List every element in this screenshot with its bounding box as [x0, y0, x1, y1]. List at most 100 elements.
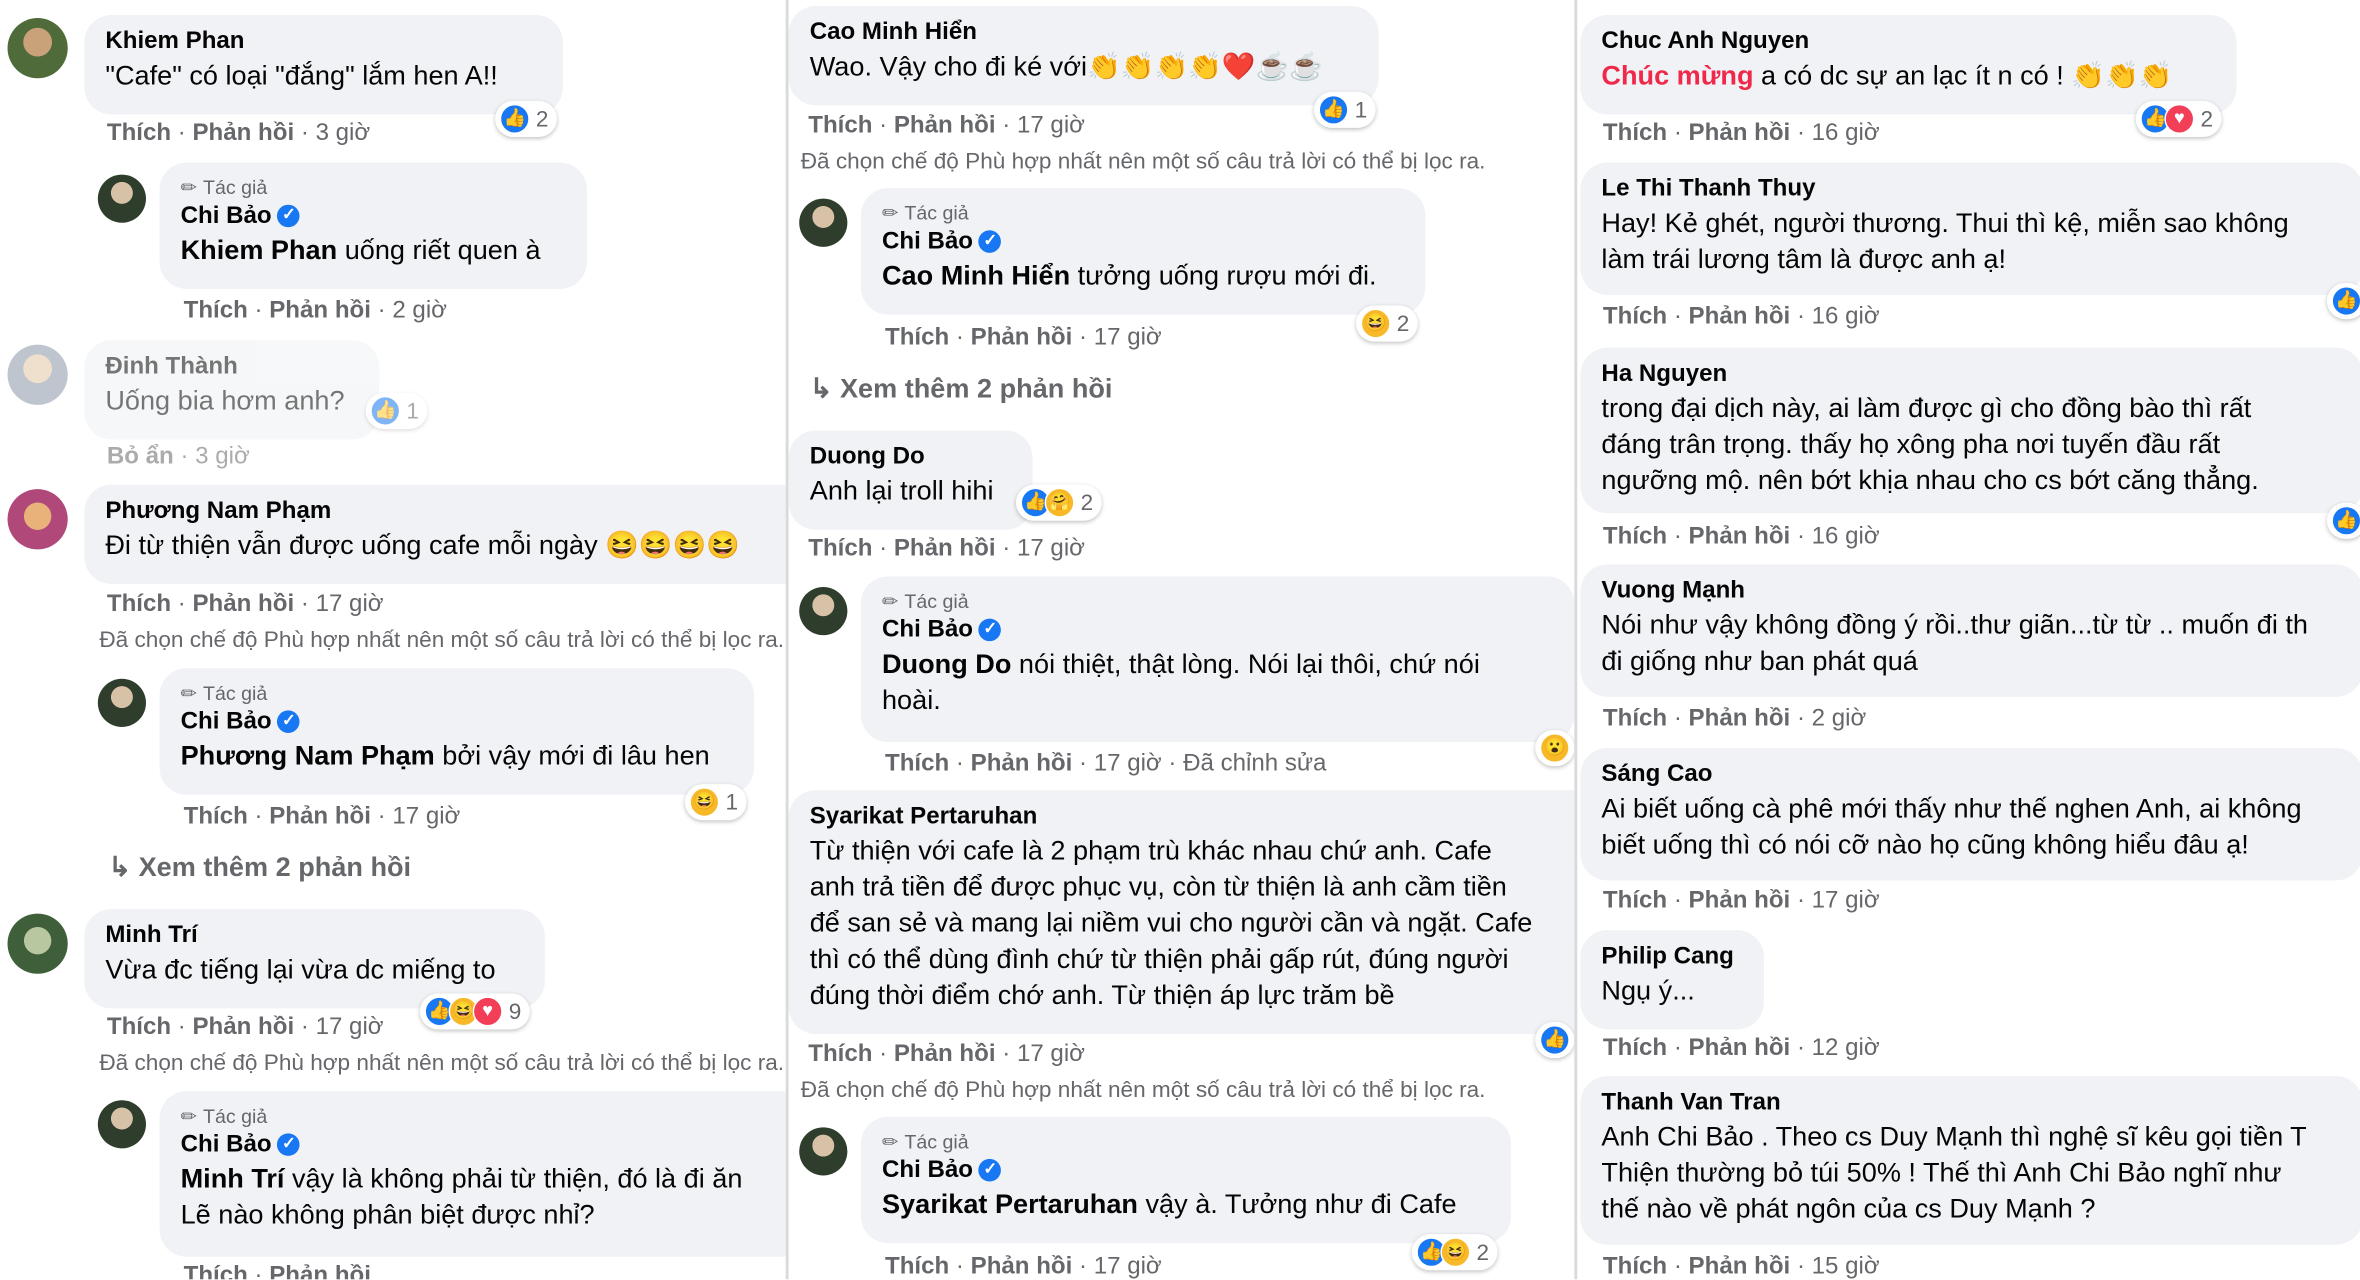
reply-link[interactable]: Phản hồi [894, 113, 996, 139]
commenter-name[interactable]: Đinh Thành [105, 352, 358, 382]
comment-time[interactable]: 17 giờ [1017, 536, 1085, 562]
reply-link[interactable]: Phản hồi [269, 804, 371, 830]
commenter-name[interactable]: Philip Cang [1601, 942, 1742, 972]
reply-link[interactable]: Phản hồi [1689, 120, 1791, 146]
avatar[interactable] [97, 174, 146, 223]
commenter-name[interactable]: Duong Do [810, 443, 1012, 473]
unhide-link[interactable]: Bỏ ẩn [107, 444, 174, 470]
commenter-name[interactable]: Chi Bảo ✓ [882, 1156, 1490, 1186]
like-link[interactable]: Thích [1603, 888, 1667, 914]
comment-time[interactable]: 17 giờ [316, 592, 384, 618]
reply-link[interactable]: Phản hồi [1689, 1254, 1791, 1280]
comment-time[interactable]: 2 giờ [392, 298, 447, 324]
avatar[interactable] [7, 913, 68, 974]
reaction-summary[interactable]: 👍 😆 2 [1411, 1234, 1499, 1271]
reaction-summary[interactable]: 👍 🤗 2 [1015, 484, 1103, 521]
commenter-name[interactable]: Minh Trí [105, 921, 523, 951]
like-link[interactable]: Thích [1603, 706, 1667, 732]
commenter-name[interactable]: Cao Minh Hiển [810, 18, 1358, 48]
like-link[interactable]: Thích [885, 325, 949, 351]
mention-link[interactable]: Duong Do [882, 649, 1011, 679]
reply-link[interactable]: Phản hồi [192, 1014, 294, 1040]
comment-time[interactable]: 17 giờ [1017, 1042, 1085, 1068]
avatar[interactable] [799, 586, 848, 636]
reply-link[interactable]: Phản hồi [971, 325, 1073, 351]
reply-link[interactable]: Phản hồi [192, 120, 294, 146]
comment-time[interactable]: 15 giờ [1812, 1254, 1880, 1280]
mention-link[interactable]: Khiem Phan [181, 235, 338, 265]
commenter-name[interactable]: Syarikat Pertaruhan [810, 802, 1575, 832]
mention-link[interactable]: Minh Trí [181, 1163, 285, 1193]
reaction-summary[interactable]: 😆 2 [1356, 305, 1419, 342]
avatar[interactable] [7, 18, 68, 79]
avatar[interactable] [799, 1127, 848, 1176]
like-link[interactable]: Thích [107, 1014, 171, 1040]
reply-link[interactable]: Phản hồi [1689, 888, 1791, 914]
avatar[interactable] [7, 344, 68, 405]
like-link[interactable]: Thích [184, 298, 248, 324]
avatar[interactable] [97, 678, 146, 727]
mention-link[interactable]: Cao Minh Hiển [882, 260, 1070, 290]
comment-time[interactable]: 17 giờ [1812, 888, 1880, 914]
comment-time[interactable]: 17 giờ [1094, 325, 1162, 351]
reply-link[interactable]: Phản hồi [269, 1263, 371, 1280]
commenter-name[interactable]: Phương Nam Phạm [105, 497, 785, 527]
commenter-name[interactable]: Chi Bảo ✓ [882, 616, 1553, 646]
like-link[interactable]: Thích [184, 1263, 248, 1280]
reply-link[interactable]: Phản hồi [894, 536, 996, 562]
commenter-name[interactable]: Thanh Van Tran [1601, 1088, 2342, 1118]
reply-link[interactable]: Phản hồi [192, 592, 294, 618]
like-link[interactable]: Thích [808, 113, 872, 139]
commenter-name[interactable]: Chuc Anh Nguyen [1601, 27, 2215, 57]
reaction-summary[interactable]: 👍 😆 ♥ 9 [419, 993, 531, 1030]
reply-link[interactable]: Phản hồi [1689, 706, 1791, 732]
comment-time[interactable]: 17 giờ [1094, 1254, 1162, 1280]
like-link[interactable]: Thích [1603, 524, 1667, 550]
reply-link[interactable]: Phản hồi [1689, 1036, 1791, 1062]
reaction-summary[interactable]: 👍 2 [495, 100, 558, 137]
view-more-replies[interactable]: ↳ Xem thêm 2 phản hồi [810, 370, 1113, 406]
commenter-name[interactable]: Khiem Phan [105, 27, 541, 57]
commenter-name[interactable]: Le Thi Thanh Thuy [1601, 175, 2342, 205]
comment-time[interactable]: 17 giờ [392, 804, 460, 830]
like-link[interactable]: Thích [107, 592, 171, 618]
reaction-summary[interactable]: 👍 [2326, 282, 2360, 320]
reply-link[interactable]: Phản hồi [269, 298, 371, 324]
comment-time[interactable]: 2 giờ [1812, 706, 1867, 732]
comment-time[interactable]: 3 giờ [316, 120, 371, 146]
comment-time[interactable]: 16 giờ [1812, 304, 1880, 330]
mention-link[interactable]: Syarikat Pertaruhan [882, 1189, 1138, 1219]
commenter-name[interactable]: Chi Bảo ✓ [181, 1130, 786, 1160]
like-link[interactable]: Thích [184, 804, 248, 830]
comment-time[interactable]: 3 giờ [195, 444, 250, 470]
reaction-summary[interactable]: 👍 [1535, 1021, 1575, 1059]
reaction-summary[interactable]: 👍 1 [365, 392, 428, 429]
reaction-summary[interactable]: 😮 [1535, 729, 1575, 767]
comment-time[interactable]: 12 giờ [1812, 1036, 1880, 1062]
like-link[interactable]: Thích [107, 120, 171, 146]
reaction-summary[interactable]: 😆 1 [684, 784, 748, 821]
like-link[interactable]: Thích [885, 1254, 949, 1280]
like-link[interactable]: Thích [1603, 1254, 1667, 1280]
reply-link[interactable]: Phản hồi [971, 1254, 1073, 1280]
like-link[interactable]: Thích [1603, 304, 1667, 330]
like-link[interactable]: Thích [885, 751, 949, 777]
reply-link[interactable]: Phản hồi [971, 751, 1073, 777]
commenter-name[interactable]: Chi Bảo ✓ [181, 202, 566, 232]
reply-link[interactable]: Phản hồi [1689, 524, 1791, 550]
comment-time[interactable]: 16 giờ [1812, 524, 1880, 550]
mention-link[interactable]: Phương Nam Phạm [181, 741, 435, 771]
avatar[interactable] [97, 1100, 146, 1149]
like-link[interactable]: Thích [1603, 1036, 1667, 1062]
commenter-name[interactable]: Sáng Cao [1601, 760, 2342, 790]
comment-time[interactable]: 17 giờ [1094, 751, 1162, 777]
reaction-summary[interactable]: 👍 [2326, 502, 2360, 539]
avatar[interactable] [799, 198, 848, 247]
commenter-name[interactable]: Chi Bảo ✓ [882, 227, 1404, 257]
comment-time[interactable]: 17 giờ [316, 1014, 384, 1040]
view-more-replies[interactable]: ↳ Xem thêm 2 phản hồi [108, 849, 411, 885]
like-link[interactable]: Thích [808, 536, 872, 562]
commenter-name[interactable]: Chi Bảo ✓ [181, 707, 733, 737]
comment-time[interactable]: 16 giờ [1812, 120, 1880, 146]
commenter-name[interactable]: Ha Nguyen [1601, 360, 2342, 390]
